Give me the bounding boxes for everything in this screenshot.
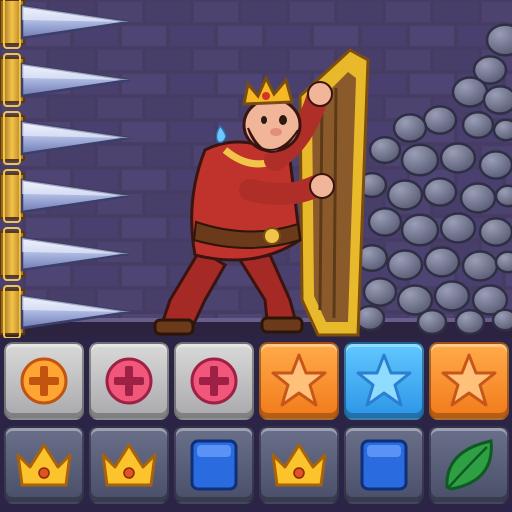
star-orange-icon	[441, 353, 497, 407]
match-board	[0, 338, 512, 512]
crown-icon	[101, 443, 157, 487]
rock	[451, 76, 489, 108]
plus-pink-icon	[105, 357, 153, 405]
crown-icon	[271, 443, 327, 487]
board-tile[interactable]	[89, 342, 169, 420]
rock	[478, 217, 512, 247]
blue-cube-icon	[360, 439, 408, 491]
board-tile[interactable]	[89, 426, 169, 504]
crown-icon	[16, 443, 72, 487]
rock	[367, 207, 403, 237]
board-tile[interactable]	[429, 426, 509, 504]
rock	[368, 136, 402, 164]
board-tile[interactable]	[4, 342, 84, 420]
rock	[386, 179, 424, 211]
board-tile[interactable]	[4, 426, 84, 504]
rock	[459, 182, 497, 214]
dungeon-scene	[0, 0, 512, 340]
rock	[416, 308, 448, 336]
plus-orange-icon	[20, 357, 68, 405]
rock	[478, 150, 512, 180]
board-tile[interactable]	[344, 426, 424, 504]
board-tile[interactable]	[259, 342, 339, 420]
game-screen	[0, 0, 512, 512]
board-tile[interactable]	[174, 426, 254, 504]
rock	[400, 213, 440, 247]
rock	[433, 280, 471, 312]
rock	[386, 249, 424, 281]
rock	[485, 23, 512, 57]
rock	[494, 184, 512, 208]
rock	[461, 111, 495, 139]
rock	[423, 246, 461, 278]
rock	[454, 308, 486, 336]
rock	[362, 277, 398, 307]
blue-cube-icon	[190, 439, 238, 491]
rock	[491, 308, 512, 332]
rock	[461, 250, 499, 282]
board-tile[interactable]	[259, 426, 339, 504]
rock	[392, 113, 428, 143]
board-tile[interactable]	[429, 342, 509, 420]
rock	[492, 118, 512, 142]
rock	[422, 105, 458, 135]
star-orange-icon	[271, 353, 327, 407]
rock	[400, 143, 440, 177]
rock	[482, 85, 512, 115]
rock	[422, 177, 458, 207]
star-blue-icon	[356, 353, 412, 407]
rock	[439, 142, 477, 174]
rock	[494, 250, 512, 274]
board-tile[interactable]	[344, 342, 424, 420]
leaf-icon	[445, 439, 493, 491]
board-tile[interactable]	[174, 342, 254, 420]
plus-pink-icon	[190, 357, 238, 405]
rock	[439, 212, 477, 244]
